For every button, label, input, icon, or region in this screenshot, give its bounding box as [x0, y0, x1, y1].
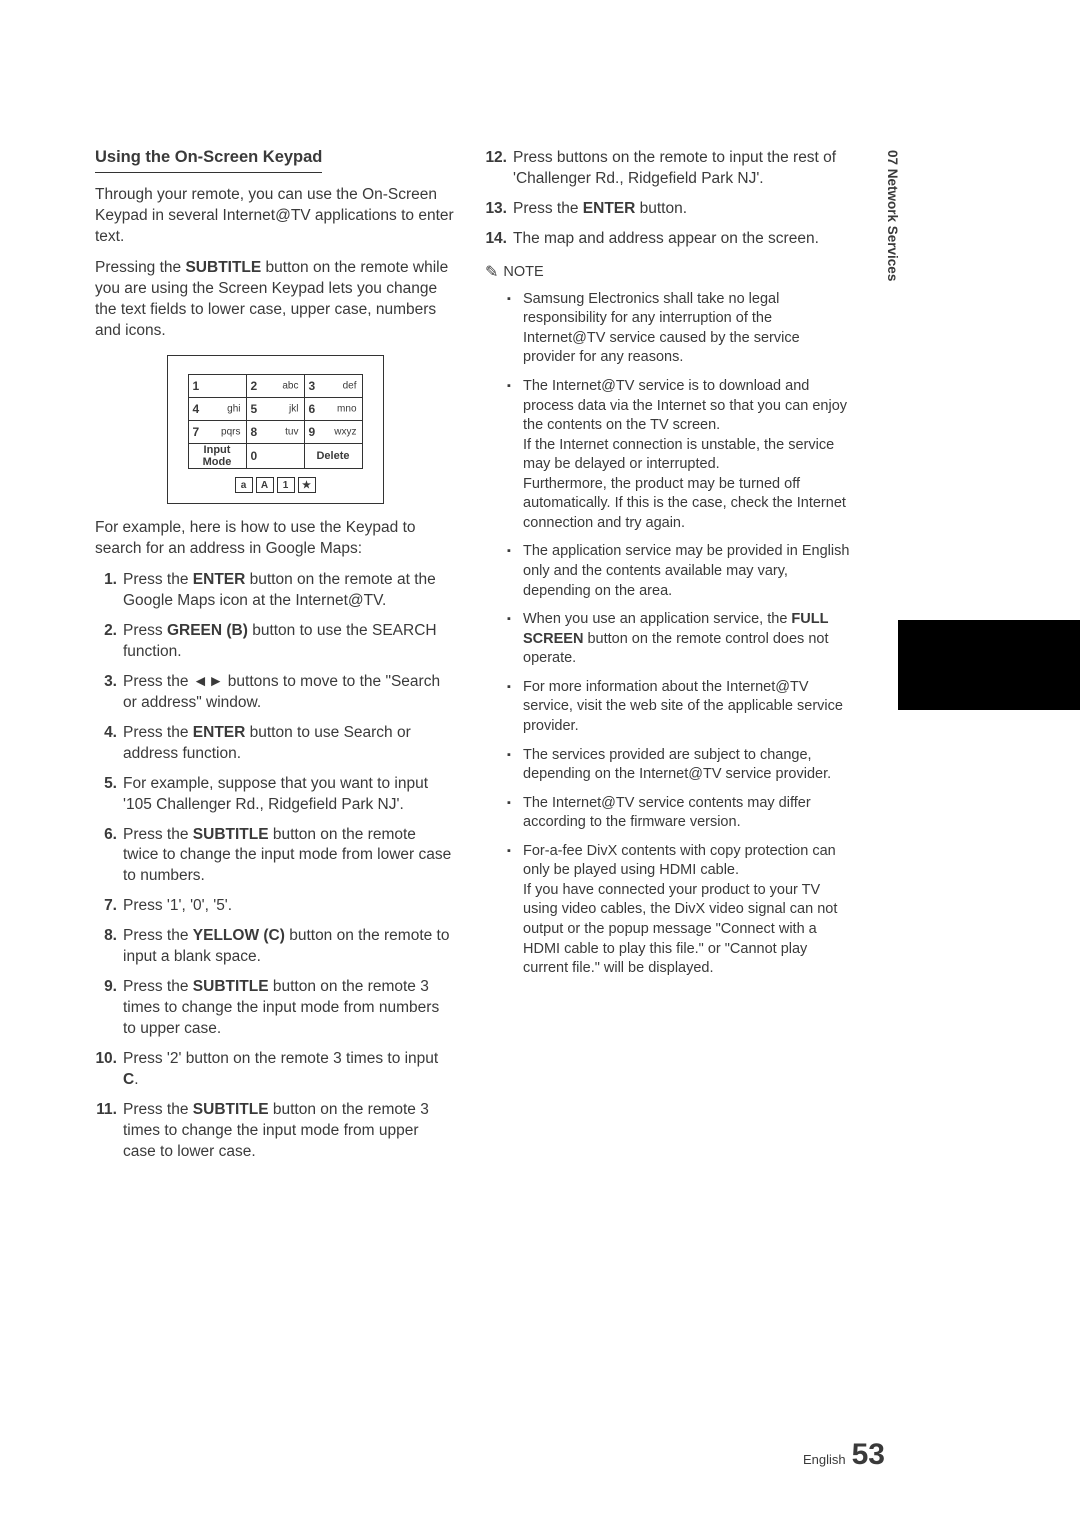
mode-box: ★ [298, 477, 316, 493]
mode-box: 1 [277, 477, 295, 493]
step-text: Press buttons on the remote to input the… [513, 148, 855, 190]
step-text: Press the ◄► buttons to move to the "Sea… [123, 672, 455, 714]
keypad-key: 3def [304, 375, 362, 398]
step-number: 3. [95, 672, 123, 714]
mode-box: a [235, 477, 253, 493]
intro-paragraph-2: Pressing the SUBTITLE button on the remo… [95, 258, 455, 342]
step-number: 14. [485, 229, 513, 250]
note-bullet: The services provided are subject to cha… [507, 746, 855, 785]
keypad-grid: 12abc3def 4ghi5jkl6mno 7pqrs8tuv9wxyz Input… [188, 374, 363, 469]
step-text: Press '1', '0', '5'. [123, 896, 455, 917]
footer-language: English [803, 1452, 846, 1467]
section-heading: Using the On-Screen Keypad [95, 148, 322, 173]
example-intro: For example, here is how to use the Keyp… [95, 518, 455, 560]
list-item: 8.Press the YELLOW (C) button on the rem… [95, 926, 455, 968]
step-number: 5. [95, 774, 123, 816]
steps-list: 1.Press the ENTER button on the remote a… [95, 570, 455, 1162]
page-number: 53 [852, 1438, 885, 1472]
list-item: 12.Press buttons on the remote to input … [485, 148, 855, 190]
list-item: 1.Press the ENTER button on the remote a… [95, 570, 455, 612]
step-text: Press the ENTER button. [513, 199, 855, 220]
step-text: Press the ENTER button to use Search or … [123, 723, 455, 765]
note-bullet: The application service may be provided … [507, 542, 855, 601]
list-item: 5.For example, suppose that you want to … [95, 774, 455, 816]
note-bullet: The Internet@TV service contents may dif… [507, 794, 855, 833]
step-text: For example, suppose that you want to in… [123, 774, 455, 816]
note-label: NOTE [503, 264, 543, 280]
step-number: 6. [95, 825, 123, 888]
step-text: The map and address appear on the screen… [513, 229, 855, 250]
left-column: Using the On-Screen Keypad Through your … [95, 148, 455, 1171]
note-bullets: Samsung Electronics shall take no legal … [485, 290, 855, 979]
keypad-input-mode: Input Mode [188, 444, 246, 469]
list-item: 14.The map and address appear on the scr… [485, 229, 855, 250]
keypad-key: 7pqrs [188, 421, 246, 444]
step-text: Press '2' button on the remote 3 times t… [123, 1049, 455, 1091]
step-number: 7. [95, 896, 123, 917]
side-black-block [898, 620, 1080, 710]
step-text: Press the SUBTITLE button on the remote … [123, 825, 455, 888]
step-number: 12. [485, 148, 513, 190]
keypad-key: 2abc [246, 375, 304, 398]
intro-paragraph-1: Through your remote, you can use the On-… [95, 185, 455, 248]
note-bullet: For more information about the Internet@… [507, 678, 855, 737]
list-item: 2.Press GREEN (B) button to use the SEAR… [95, 621, 455, 663]
keypad: 12abc3def4ghi5jkl6mno7pqrs8tuv9wxyzInput… [167, 355, 384, 504]
keypad-key: 5jkl [246, 398, 304, 421]
step-text: Press the YELLOW (C) button on the remot… [123, 926, 455, 968]
content-area: Using the On-Screen Keypad Through your … [95, 148, 855, 1171]
keypad-key: 4ghi [188, 398, 246, 421]
note-bullet: When you use an application service, the… [507, 610, 855, 669]
list-item: 6.Press the SUBTITLE button on the remot… [95, 825, 455, 888]
mode-row: aA1★ [235, 477, 316, 493]
step-text: Press the ENTER button on the remote at … [123, 570, 455, 612]
step-number: 9. [95, 977, 123, 1040]
right-column: 12.Press buttons on the remote to input … [485, 148, 855, 1171]
step-text: Press GREEN (B) button to use the SEARCH… [123, 621, 455, 663]
list-item: 4.Press the ENTER button to use Search o… [95, 723, 455, 765]
list-item: 7.Press '1', '0', '5'. [95, 896, 455, 917]
step-number: 1. [95, 570, 123, 612]
step-text: Press the SUBTITLE button on the remote … [123, 1100, 455, 1163]
keypad-key: 0 [246, 444, 304, 469]
keypad-delete: Delete [304, 444, 362, 469]
note-bullet: Samsung Electronics shall take no legal … [507, 290, 855, 368]
list-item: 13.Press the ENTER button. [485, 199, 855, 220]
keypad-key: 6mno [304, 398, 362, 421]
text-span: Pressing the [95, 259, 185, 276]
note-icon: ✎ [485, 262, 498, 282]
step-number: 11. [95, 1100, 123, 1163]
step-text: Press the SUBTITLE button on the remote … [123, 977, 455, 1040]
keypad-key: 1 [188, 375, 246, 398]
keypad-key: 8tuv [246, 421, 304, 444]
step-number: 10. [95, 1049, 123, 1091]
list-item: 10.Press '2' button on the remote 3 time… [95, 1049, 455, 1091]
step-number: 8. [95, 926, 123, 968]
keypad-wrapper: 12abc3def4ghi5jkl6mno7pqrs8tuv9wxyzInput… [95, 355, 455, 504]
note-bullet: The Internet@TV service is to download a… [507, 377, 855, 534]
steps-list-cont: 12.Press buttons on the remote to input … [485, 148, 855, 250]
page-footer: English 53 [803, 1438, 885, 1472]
step-number: 2. [95, 621, 123, 663]
note-heading: ✎ NOTE [485, 262, 855, 282]
list-item: 9.Press the SUBTITLE button on the remot… [95, 977, 455, 1040]
list-item: 11.Press the SUBTITLE button on the remo… [95, 1100, 455, 1163]
keypad-key: 9wxyz [304, 421, 362, 444]
note-bullet: For-a-fee DivX contents with copy protec… [507, 842, 855, 979]
mode-box: A [256, 477, 274, 493]
list-item: 3.Press the ◄► buttons to move to the "S… [95, 672, 455, 714]
subtitle-bold: SUBTITLE [185, 259, 261, 276]
step-number: 13. [485, 199, 513, 220]
step-number: 4. [95, 723, 123, 765]
side-tab-chapter: 07 Network Services [885, 150, 900, 281]
